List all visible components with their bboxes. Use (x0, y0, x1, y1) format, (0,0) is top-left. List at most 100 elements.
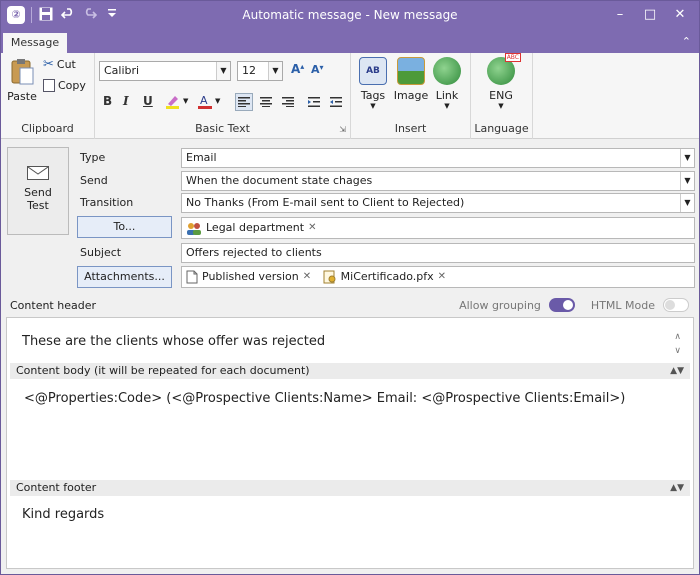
paste-icon (11, 59, 34, 85)
remove-chip-icon[interactable]: ✕ (303, 267, 311, 287)
close-icon[interactable]: ✕ (665, 4, 695, 26)
scroll-down-icon[interactable]: ∨ (674, 344, 681, 358)
language-value: ENG (489, 89, 513, 102)
attachments-button[interactable]: Attachments... (77, 266, 172, 288)
grow-font-button[interactable]: A▴ (291, 62, 304, 76)
highlighter-icon (166, 96, 179, 109)
type-label: Type (80, 151, 106, 164)
content-body-label: Content body (it will be repeated for ea… (16, 364, 310, 377)
ribbon: Paste ✂ Cut Copy Clipboard Calibri ▼ 12 … (1, 53, 699, 139)
to-recipients-field[interactable]: Legal department ✕ (181, 217, 695, 239)
insert-group-label: Insert (394, 122, 427, 135)
attachment-chip[interactable]: MiCertificado.pfx ✕ (323, 267, 446, 287)
shrink-font-button[interactable]: A▾ (311, 63, 324, 76)
collapse-ribbon-icon[interactable]: ⌃ (682, 35, 691, 48)
ribbon-tab-row: Message ⌃ (1, 31, 699, 53)
send-test-label-1: Send (24, 186, 52, 199)
chevron-down-icon: ▼ (444, 102, 450, 110)
send-value: When the document state chages (186, 174, 373, 187)
html-mode-label: HTML Mode (590, 298, 655, 312)
content-editor[interactable]: These are the clients whose offer was re… (6, 317, 694, 569)
content-footer-text[interactable]: Kind regards (22, 507, 104, 522)
transition-select[interactable]: No Thanks (From E-mail sent to Client to… (181, 193, 695, 213)
tags-button[interactable]: AB Tags ▼ (353, 57, 393, 110)
recipient-name: Legal department (206, 221, 305, 234)
attachment-chip[interactable]: Published version ✕ (186, 267, 311, 287)
insert-group: AB Tags ▼ Image Link ▼ Insert (351, 53, 471, 139)
remove-chip-icon[interactable]: ✕ (438, 267, 446, 287)
type-select[interactable]: Email ▼ (181, 148, 695, 168)
attachment-name: Published version (202, 270, 299, 283)
tab-message[interactable]: Message (3, 33, 67, 53)
certificate-icon (323, 270, 337, 284)
language-button[interactable]: ABC ENG ▼ (481, 53, 521, 110)
recipient-chip[interactable]: Legal department ✕ (186, 218, 316, 238)
content-footer-section-bar[interactable]: Content footer ▲▼ (10, 480, 690, 496)
italic-button[interactable]: I (123, 94, 129, 108)
language-group: ABC ENG ▼ Language (471, 53, 533, 139)
group-users-icon (186, 222, 202, 235)
window-title: Automatic message - New message (242, 8, 458, 22)
paste-label: Paste (7, 90, 37, 103)
tags-icon: AB (359, 57, 387, 85)
document-icon (186, 270, 198, 284)
align-center-icon[interactable] (257, 93, 275, 111)
copy-button[interactable]: Copy (43, 79, 86, 92)
maximize-icon[interactable]: □ (635, 4, 665, 26)
basic-text-group-label: Basic Text (195, 122, 250, 135)
font-color-button[interactable]: A ▼ (197, 93, 220, 109)
language-group-label: Language (474, 122, 529, 135)
caret-down-icon: ▾ (319, 63, 324, 72)
globe-link-icon (433, 57, 461, 85)
cut-button[interactable]: ✂ Cut (43, 57, 76, 72)
chevron-down-icon: ▼ (268, 62, 282, 80)
resize-handle-icon[interactable]: ▲▼ (670, 480, 684, 496)
chevron-down-icon: ▼ (215, 97, 221, 105)
content-header-label: Content header (10, 299, 96, 312)
link-button[interactable]: Link ▼ (427, 57, 467, 110)
paste-button[interactable]: Paste (7, 57, 37, 103)
highlight-color-button[interactable]: ▼ (165, 93, 188, 109)
caret-up-icon: ▴ (300, 62, 305, 71)
subject-input[interactable]: Offers rejected to clients (181, 243, 695, 263)
title-bar: ② Automatic message - New message – □ ✕ (1, 1, 699, 31)
allow-grouping-label: Allow grouping (459, 298, 541, 312)
font-size-select[interactable]: 12 ▼ (237, 61, 283, 81)
grow-font-label: A (291, 62, 301, 76)
copy-label: Copy (58, 79, 86, 92)
bold-button[interactable]: B (103, 94, 112, 108)
chevron-down-icon: ▼ (216, 62, 230, 80)
font-size-value: 12 (242, 64, 256, 77)
decrease-indent-icon[interactable] (327, 93, 345, 111)
html-mode-toggle[interactable] (663, 298, 689, 312)
chevron-down-icon: ▼ (680, 149, 694, 167)
allow-grouping-toggle[interactable] (548, 298, 575, 312)
resize-handle-icon[interactable]: ▲▼ (670, 363, 684, 379)
align-left-icon[interactable] (235, 93, 253, 111)
align-right-icon[interactable] (279, 93, 297, 111)
send-test-button[interactable]: Send Test (7, 147, 69, 235)
remove-chip-icon[interactable]: ✕ (308, 218, 316, 238)
chevron-down-icon: ▼ (370, 102, 376, 110)
subject-value: Offers rejected to clients (186, 246, 322, 259)
content-header-text[interactable]: These are the clients whose offer was re… (22, 334, 325, 349)
font-name-select[interactable]: Calibri ▼ (99, 61, 231, 81)
transition-value: No Thanks (From E-mail sent to Client to… (186, 196, 465, 209)
image-button[interactable]: Image (391, 57, 431, 102)
attachments-field[interactable]: Published version ✕ MiCertificado.pfx ✕ (181, 266, 695, 288)
header-scroll-arrows[interactable]: ∧ ∨ (674, 330, 681, 358)
underline-button[interactable]: U (143, 94, 153, 108)
tags-label: Tags (360, 89, 386, 102)
content-body-section-bar[interactable]: Content body (it will be repeated for ea… (10, 363, 690, 379)
link-label: Link (435, 89, 459, 102)
increase-indent-icon[interactable] (305, 93, 323, 111)
content-toggles: Allow grouping HTML Mode (459, 298, 689, 312)
content-body-text[interactable]: <@Properties:Code> (<@Prospective Client… (24, 391, 625, 406)
send-select[interactable]: When the document state chages ▼ (181, 171, 695, 191)
clipboard-group: Paste ✂ Cut Copy Clipboard (1, 53, 95, 139)
language-globe-icon: ABC (487, 53, 521, 85)
image-icon (397, 57, 425, 85)
minimize-icon[interactable]: – (605, 4, 635, 26)
scroll-up-icon[interactable]: ∧ (674, 330, 681, 344)
to-button[interactable]: To... (77, 216, 172, 238)
